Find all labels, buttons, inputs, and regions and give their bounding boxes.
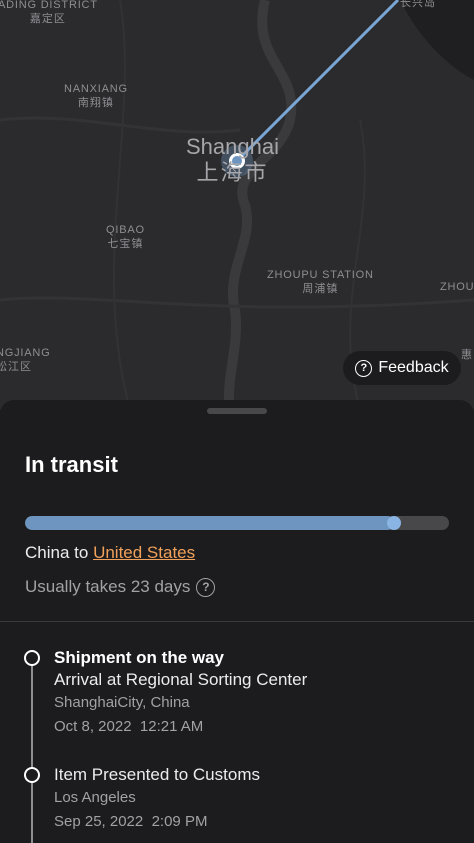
feedback-label: Feedback bbox=[378, 359, 449, 376]
district-label-edge-right: ZHOU bbox=[440, 281, 474, 293]
route-text: China to United States bbox=[25, 543, 195, 563]
shipment-status: In transit bbox=[25, 452, 118, 477]
district-label-edge-right-zh: 惠 bbox=[461, 349, 473, 361]
district-label-zhoupu: ZHOUPU STATION 周浦镇 bbox=[267, 269, 374, 295]
shipment-progress-bar bbox=[25, 516, 449, 530]
event-title: Shipment on the way bbox=[54, 648, 225, 667]
event-location: ShanghaiCity, China bbox=[54, 694, 190, 711]
route-origin: China to bbox=[25, 543, 89, 562]
event-time: Oct 8, 2022 12:21 AM bbox=[54, 718, 204, 735]
district-label-songjiang: NGJIANG 松江区 bbox=[0, 347, 51, 373]
district-label-jiading: ADING DISTRICT 嘉定区 bbox=[0, 0, 98, 25]
timeline-event[interactable]: Shipment on the way Arrival at Regional … bbox=[54, 647, 307, 739]
question-circle-icon: ? bbox=[355, 359, 373, 377]
info-question-icon[interactable]: ? bbox=[196, 577, 216, 597]
event-time: Sep 25, 2022 2:09 PM bbox=[54, 813, 208, 830]
delivery-estimate: Usually takes 23 days ? bbox=[25, 577, 216, 597]
event-detail: Arrival at Regional Sorting Center bbox=[54, 670, 308, 689]
feedback-button[interactable]: ? Feedback bbox=[343, 351, 461, 385]
event-title: Item Presented to Customs bbox=[54, 765, 260, 784]
destination-link[interactable]: United States bbox=[93, 543, 195, 562]
progress-fill bbox=[25, 516, 394, 530]
district-label-qibao: QIBAO 七宝镇 bbox=[106, 224, 145, 250]
sheet-grabber[interactable] bbox=[207, 408, 267, 414]
divider bbox=[0, 621, 474, 622]
map-view[interactable]: ADING DISTRICT 嘉定区 NANXIANG 南翔镇 QIBAO 七宝镇 Z… bbox=[0, 0, 474, 410]
shipment-sheet: In transit China to United States Usuall… bbox=[0, 400, 474, 843]
timeline-dot bbox=[24, 650, 40, 666]
district-label-nanxiang: NANXIANG 南翔镇 bbox=[64, 83, 128, 109]
eta-text: Usually takes 23 days bbox=[25, 577, 191, 596]
timeline-line bbox=[31, 658, 33, 843]
event-location: Los Angeles bbox=[54, 789, 136, 806]
progress-knob bbox=[386, 516, 401, 530]
timeline-dot bbox=[24, 767, 40, 783]
city-label-shanghai: Shanghai 上海市 bbox=[186, 134, 279, 185]
district-label-changxing: 长兴岛 bbox=[400, 0, 436, 9]
timeline-event[interactable]: Item Presented to Customs Los Angeles Se… bbox=[54, 764, 260, 834]
map-background bbox=[0, 0, 474, 410]
